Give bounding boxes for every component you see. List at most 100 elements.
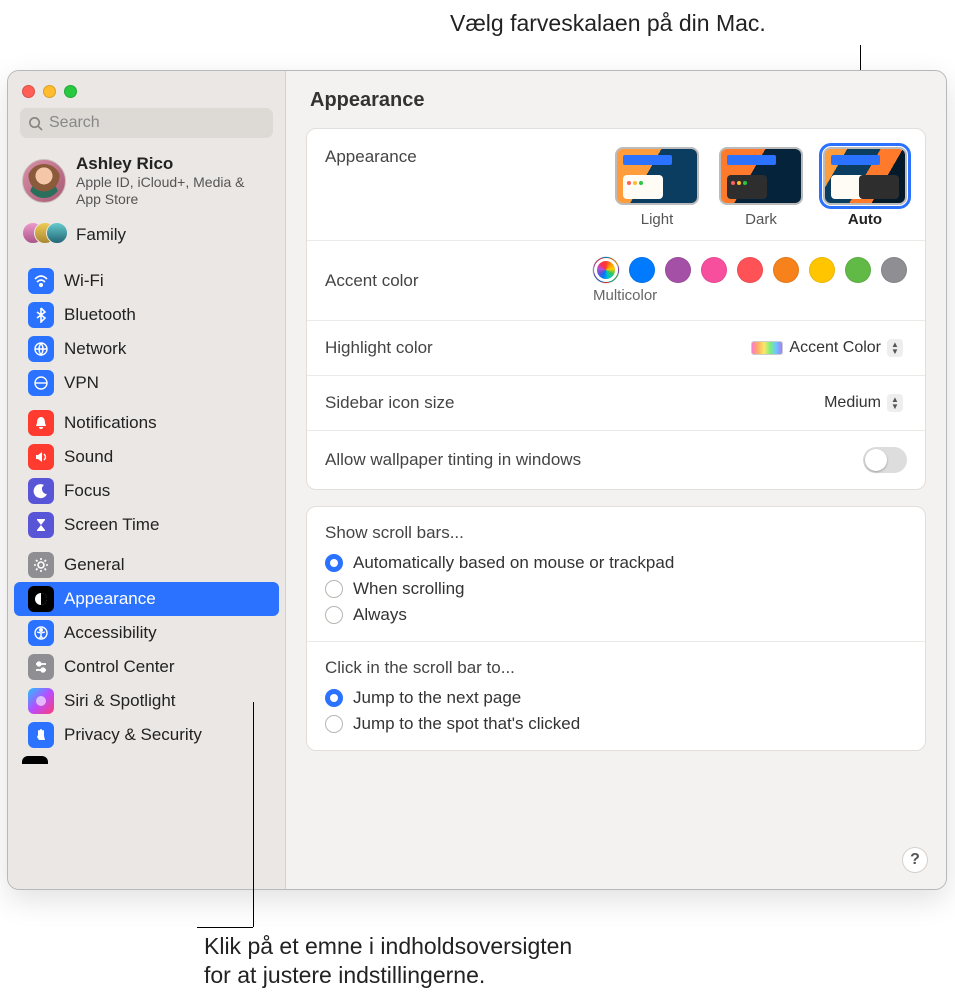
appearance-caption: Auto <box>848 211 882 228</box>
accessibility-icon <box>28 620 54 646</box>
zoom-button[interactable] <box>64 85 77 98</box>
sidebar-item-sound[interactable]: Sound <box>14 440 279 474</box>
highlight-swatch-icon <box>751 341 783 355</box>
accent-swatches <box>593 257 907 283</box>
sidebar-item-network[interactable]: Network <box>14 332 279 366</box>
tinting-label: Allow wallpaper tinting in windows <box>325 450 581 470</box>
radio-icon <box>325 554 343 572</box>
scrollclick-header: Click in the scroll bar to... <box>325 658 907 678</box>
minimize-button[interactable] <box>43 85 56 98</box>
sidebar-item-accessibility[interactable]: Accessibility <box>14 616 279 650</box>
help-button[interactable]: ? <box>902 847 928 873</box>
radio-icon <box>325 689 343 707</box>
sidebar-item-bluetooth[interactable]: Bluetooth <box>14 298 279 332</box>
hand-icon <box>28 722 54 748</box>
gear-icon <box>28 552 54 578</box>
search-input[interactable]: Search <box>20 108 273 138</box>
sidebar-item-label: Network <box>64 339 126 359</box>
sidebar-item-label: Screen Time <box>64 515 159 535</box>
radio-label: When scrolling <box>353 579 465 599</box>
accent-purple[interactable] <box>665 257 691 283</box>
sidebar-item-wifi[interactable]: Wi-Fi <box>14 264 279 298</box>
appearance-label: Appearance <box>325 147 417 167</box>
sidebar-item-appearance[interactable]: Appearance <box>14 582 279 616</box>
highlight-popup[interactable]: Accent Color ▲▼ <box>743 337 907 359</box>
sidebar-item-family[interactable]: Family <box>8 216 285 258</box>
sidebar-item-label: Privacy & Security <box>64 725 202 745</box>
sidebar-item-label: Siri & Spotlight <box>64 691 176 711</box>
row-wallpaper-tinting: Allow wallpaper tinting in windows <box>307 431 925 489</box>
radio-click-next-page[interactable]: Jump to the next page <box>325 688 907 708</box>
moon-icon <box>28 478 54 504</box>
radio-label: Jump to the spot that's clicked <box>353 714 580 734</box>
hourglass-icon <box>28 512 54 538</box>
callout-leader-bottom-h <box>197 927 253 928</box>
row-accent-color: Accent color Multicolor <box>307 241 925 321</box>
sidebar-item-label: Focus <box>64 481 110 501</box>
controls-icon <box>28 654 54 680</box>
sidebar-item-label: Accessibility <box>64 623 157 643</box>
accent-multicolor[interactable] <box>593 257 619 283</box>
sidebar-item-screen-time[interactable]: Screen Time <box>14 508 279 542</box>
appearance-caption: Dark <box>745 211 777 228</box>
sidebar: Search Ashley Rico Apple ID, iCloud+, Me… <box>8 71 286 889</box>
sound-icon <box>28 444 54 470</box>
sidebar-item-privacy-security[interactable]: Privacy & Security <box>14 718 279 752</box>
sidebar-item-label: General <box>64 555 124 575</box>
radio-label: Always <box>353 605 407 625</box>
radio-icon <box>325 606 343 624</box>
radio-scroll-auto[interactable]: Automatically based on mouse or trackpad <box>325 553 907 573</box>
sidebar-scroll[interactable]: Wi-Fi Bluetooth Network VPN <box>8 258 285 889</box>
highlight-label: Highlight color <box>325 338 433 358</box>
accent-graphite[interactable] <box>881 257 907 283</box>
accent-yellow[interactable] <box>809 257 835 283</box>
highlight-value: Accent Color <box>789 339 881 357</box>
sidebar-item-label: Appearance <box>64 589 156 609</box>
close-button[interactable] <box>22 85 35 98</box>
callout-top: Vælg farveskalaen på din Mac. <box>450 10 766 37</box>
sidebar-item-control-center[interactable]: Control Center <box>14 650 279 684</box>
chevrons-icon: ▲▼ <box>887 394 903 412</box>
sidebar-item-vpn[interactable]: VPN <box>14 366 279 400</box>
sidebar-icon-popup[interactable]: Medium ▲▼ <box>816 392 907 414</box>
sidebar-item-peek <box>22 756 48 764</box>
appearance-option-auto[interactable]: Auto <box>823 147 907 228</box>
radio-scroll-when[interactable]: When scrolling <box>325 579 907 599</box>
sidebar-item-siri-spotlight[interactable]: Siri & Spotlight <box>14 684 279 718</box>
accent-green[interactable] <box>845 257 871 283</box>
sidebar-item-apple-id[interactable]: Ashley Rico Apple ID, iCloud+, Media & A… <box>8 148 285 216</box>
accent-pink[interactable] <box>701 257 727 283</box>
search-placeholder: Search <box>49 114 100 132</box>
sidebar-item-label: Notifications <box>64 413 157 433</box>
tinting-toggle[interactable] <box>863 447 907 473</box>
family-label: Family <box>76 225 126 245</box>
settings-window: Search Ashley Rico Apple ID, iCloud+, Me… <box>7 70 947 890</box>
sidebar-item-notifications[interactable]: Notifications <box>14 406 279 440</box>
sidebar-item-label: Sound <box>64 447 113 467</box>
bluetooth-icon <box>28 302 54 328</box>
scrollbars-header: Show scroll bars... <box>325 523 907 543</box>
row-show-scrollbars: Show scroll bars... Automatically based … <box>307 507 925 642</box>
radio-scroll-always[interactable]: Always <box>325 605 907 625</box>
vpn-icon <box>28 370 54 396</box>
appearance-option-light[interactable]: Light <box>615 147 699 228</box>
sidebar-item-general[interactable]: General <box>14 548 279 582</box>
appearance-option-dark[interactable]: Dark <box>719 147 803 228</box>
accent-blue[interactable] <box>629 257 655 283</box>
account-name: Ashley Rico <box>76 154 266 174</box>
panel-scroll: Show scroll bars... Automatically based … <box>306 506 926 751</box>
sidebar-item-label: Control Center <box>64 657 175 677</box>
accent-label: Accent color <box>325 271 419 291</box>
callout-bottom: Klik på et emne i indholdsoversigten for… <box>204 932 572 991</box>
radio-icon <box>325 580 343 598</box>
accent-red[interactable] <box>737 257 763 283</box>
account-subtitle: Apple ID, iCloud+, Media & App Store <box>76 174 266 208</box>
accent-orange[interactable] <box>773 257 799 283</box>
appearance-caption: Light <box>641 211 674 228</box>
sidebar-item-focus[interactable]: Focus <box>14 474 279 508</box>
bell-icon <box>28 410 54 436</box>
radio-click-spot[interactable]: Jump to the spot that's clicked <box>325 714 907 734</box>
radio-label: Automatically based on mouse or trackpad <box>353 553 674 573</box>
row-sidebar-icon-size: Sidebar icon size Medium ▲▼ <box>307 376 925 431</box>
appearance-icon <box>28 586 54 612</box>
